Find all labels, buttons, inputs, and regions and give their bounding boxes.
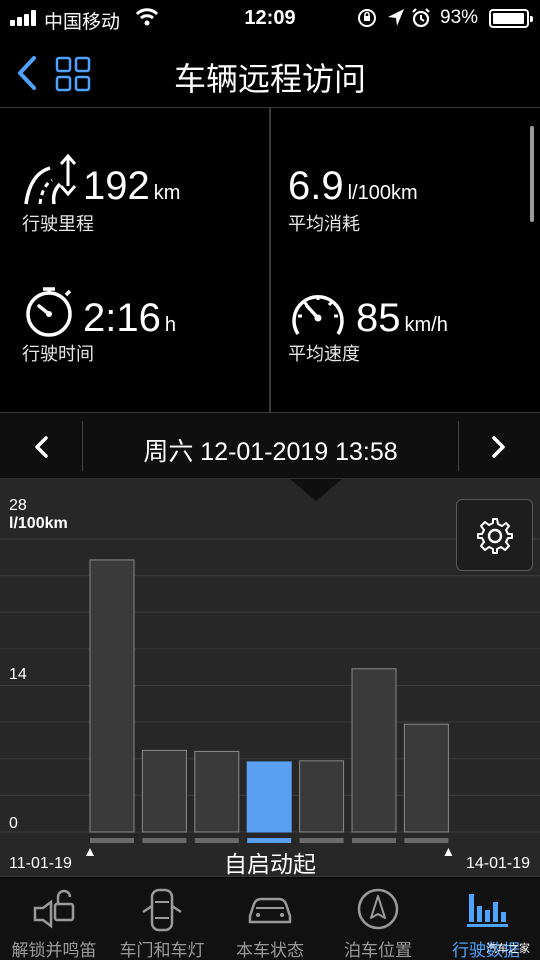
chart-bar (89, 559, 135, 833)
time-unit: h (164, 314, 176, 336)
car-status-icon (248, 897, 292, 924)
time-label: 行驶时间 (22, 344, 94, 364)
bar-range-marker (404, 838, 449, 843)
tab-label: 解锁并鸣笛 (11, 941, 97, 960)
speed-value: 85 (356, 296, 401, 340)
bar-chart-icon (467, 894, 508, 927)
next-date-button[interactable] (478, 427, 518, 467)
chart-settings-button[interactable] (456, 499, 533, 571)
tab-doors-lights[interactable]: 车门和车灯 (108, 878, 216, 960)
distance-label: 行驶里程 (22, 214, 94, 234)
chart-bar (141, 749, 187, 833)
stopwatch-icon (26, 287, 72, 337)
alarm-icon (412, 8, 430, 28)
consumption-unit: l/100km (347, 182, 418, 204)
lock-horn-icon (33, 889, 75, 929)
bar-range-marker (352, 838, 396, 843)
car-doors-icon (142, 888, 182, 932)
tab-vehicle-status[interactable]: 本车状态 (216, 878, 324, 960)
date-navigator: 周六 12-01-2019 13:58 (0, 413, 540, 479)
bar-range-marker (90, 838, 134, 843)
bar-range-marker (299, 838, 344, 843)
tab-label: 车门和车灯 (119, 941, 205, 960)
trip-stats-panel: 192 km 行驶里程 6.9 l/100km 平均消耗 2:16 h 行驶时间 85… (0, 108, 540, 413)
navigation-bar: 车辆远程访问 (0, 40, 540, 108)
tab-unlock-horn[interactable]: 解锁并鸣笛 (0, 878, 108, 960)
chart-bar (299, 760, 345, 833)
scroll-indicator (530, 126, 534, 222)
previous-date-button[interactable] (22, 427, 62, 467)
page-title: 车辆远程访问 (173, 61, 366, 97)
y-axis-max-label: 28 (9, 497, 27, 514)
date-pointer (290, 479, 342, 501)
chart-bar (246, 761, 292, 833)
stats-divider (269, 108, 271, 413)
bar-range-marker (247, 838, 292, 843)
y-axis-unit-label: l/100km (9, 515, 68, 532)
watermark: 汽车之家 (486, 943, 530, 955)
road-distance-icon (24, 153, 77, 205)
y-axis-zero-label: 0 (9, 815, 18, 832)
distance-unit: km (153, 182, 181, 204)
speedometer-icon (292, 294, 344, 335)
time-stat: 2:16 h (83, 298, 176, 338)
bar-range-marker (142, 838, 187, 843)
consumption-stat: 6.9 l/100km (288, 166, 418, 206)
chart-bar (403, 723, 449, 833)
bar-range-marker (194, 838, 239, 843)
status-bar: 中国移动 12:09 93% (0, 0, 540, 40)
speed-label: 平均速度 (288, 344, 360, 364)
location-arrow-icon (388, 9, 404, 26)
tab-bar: 解锁并鸣笛 车门和车灯 本车状态 泊车位置 行驶数据 (0, 878, 540, 960)
compass-icon (357, 888, 399, 930)
speed-stat: 85 km/h (356, 298, 448, 338)
tab-parking-location[interactable]: 泊车位置 (324, 878, 432, 960)
battery-percent: 93% (440, 7, 479, 28)
tab-label: 本车状态 (236, 941, 304, 960)
time-value: 2:16 (83, 296, 161, 340)
speed-unit: km/h (404, 314, 448, 336)
tab-label: 泊车位置 (344, 941, 412, 960)
selected-date: 周六 12-01-2019 13:58 (143, 438, 398, 466)
battery-icon (489, 9, 533, 28)
chart-bar (351, 668, 397, 833)
distance-value: 192 (83, 164, 150, 208)
rotation-lock-icon (358, 9, 376, 27)
consumption-label: 平均消耗 (288, 214, 360, 234)
date-divider-right (458, 421, 459, 471)
gear-icon (477, 518, 513, 554)
chart-bar (194, 750, 240, 833)
distance-stat: 192 km (83, 166, 180, 206)
y-axis-mid-label: 14 (9, 666, 27, 683)
chart-mode-label: 自启动起 (224, 851, 316, 877)
consumption-value: 6.9 (288, 164, 344, 208)
